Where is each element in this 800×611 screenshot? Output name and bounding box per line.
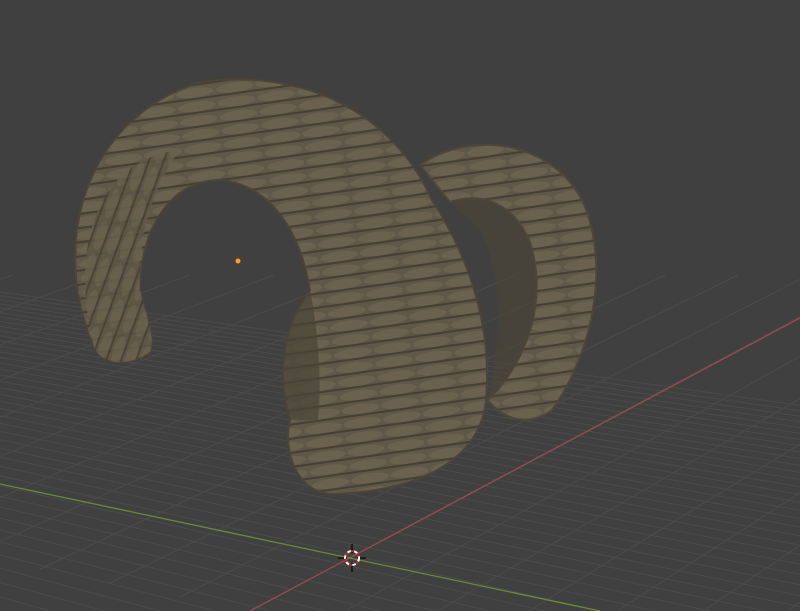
grid-line bbox=[0, 475, 601, 611]
grid-line bbox=[0, 485, 546, 611]
3d-viewport[interactable] bbox=[0, 0, 800, 611]
grid-line bbox=[528, 443, 800, 611]
viewport-canvas[interactable] bbox=[0, 0, 800, 611]
grid-line bbox=[0, 581, 106, 611]
grid-line bbox=[0, 596, 51, 611]
grid-line bbox=[0, 541, 271, 611]
object-origin-icon bbox=[235, 258, 241, 264]
grid-line bbox=[0, 274, 14, 280]
grid-line bbox=[0, 517, 381, 611]
